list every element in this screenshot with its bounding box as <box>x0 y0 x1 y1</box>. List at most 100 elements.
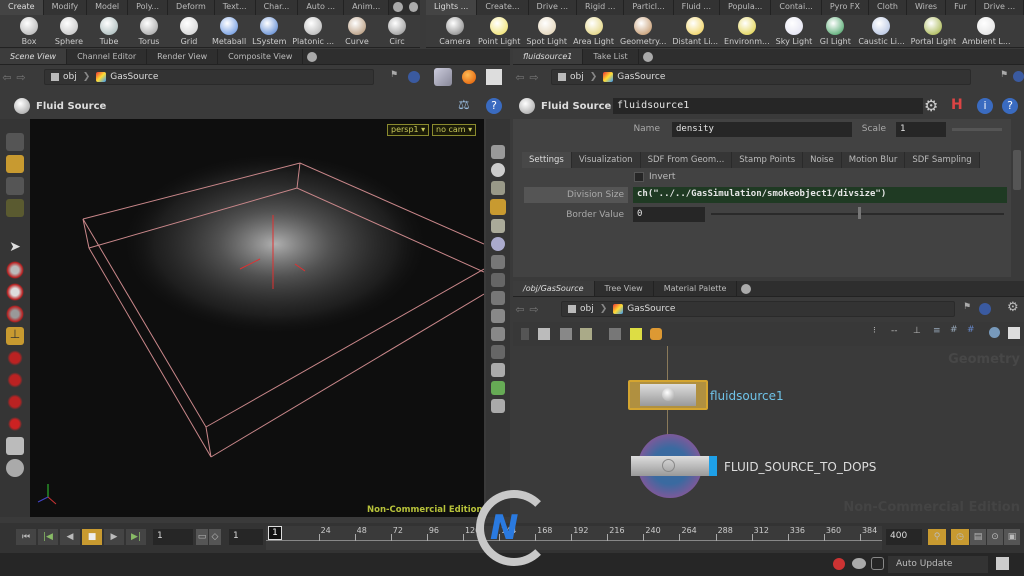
node-fluid-source-to-dops[interactable] <box>631 456 709 476</box>
point-display-icon[interactable] <box>491 255 505 269</box>
division-size-field[interactable]: ch("../../GasSimulation/smokeobject1/div… <box>633 187 1007 203</box>
shelf-menu-icon[interactable] <box>408 2 418 12</box>
hda-icon[interactable]: H <box>951 97 963 113</box>
border-value-slider-knob[interactable] <box>857 207 861 219</box>
snap-icon[interactable] <box>6 415 24 433</box>
grid-display-icon[interactable] <box>491 363 505 377</box>
align-icon[interactable]: ⊥ <box>913 326 921 336</box>
shading-icon[interactable] <box>491 163 505 177</box>
rotate-tool-icon[interactable] <box>6 283 24 301</box>
pane-tab[interactable]: Tree View <box>595 281 654 296</box>
display-flag[interactable] <box>709 456 717 476</box>
select-primitives-icon[interactable] <box>6 199 24 217</box>
shelf-tool[interactable]: Environm... <box>724 17 770 48</box>
pane-tab[interactable]: fluidsource1 <box>513 49 584 64</box>
timeline-scrubber[interactable]: 1 24 48 72 96 120 144 168 192 216 240 264 288 312 336… <box>266 526 882 550</box>
back-arrow-icon[interactable]: ⇦ <box>513 71 527 84</box>
shelf-tool[interactable]: Platonic ... <box>292 17 334 48</box>
invert-checkbox[interactable] <box>634 172 644 182</box>
shelf-tab[interactable]: Pyro FX <box>821 0 870 15</box>
grid-snap-icon[interactable]: # <box>950 325 958 335</box>
name-field[interactable]: density <box>672 122 852 137</box>
param-tab[interactable]: Settings <box>522 152 572 168</box>
wireframe-icon[interactable] <box>491 181 505 195</box>
shelf-tool[interactable]: Geometry... <box>620 17 666 48</box>
scale-slider[interactable] <box>952 128 1002 131</box>
range-link-icon[interactable]: ▭ <box>196 529 208 545</box>
shelf-tool[interactable]: LSystem <box>252 17 286 48</box>
shelf-tool[interactable]: Sky Light <box>776 17 812 48</box>
grid-icon[interactable] <box>580 328 592 340</box>
scale-field[interactable]: 1 <box>896 122 946 137</box>
camera-menu[interactable]: persp1 ▾ <box>387 124 430 136</box>
audio-icon[interactable]: ▤ <box>970 529 986 545</box>
shelf-tab[interactable]: Create... <box>477 0 529 15</box>
move-tool-icon[interactable] <box>6 261 24 279</box>
shelf-tool[interactable]: GI Light <box>818 17 852 48</box>
magnet-grid-icon[interactable] <box>6 349 24 367</box>
shelf-tool[interactable]: Distant Li... <box>672 17 718 48</box>
shelf-tab[interactable]: Drive ... <box>528 0 578 15</box>
shelf-tab[interactable]: Text... <box>214 0 256 15</box>
vertex-icon[interactable] <box>491 345 505 359</box>
help-icon[interactable]: ? <box>1002 98 1018 114</box>
node-fluidsource1[interactable] <box>628 380 708 410</box>
shelf-tab[interactable]: Model <box>87 0 129 15</box>
node-label[interactable]: FLUID_SOURCE_TO_DOPS <box>724 460 876 474</box>
flipbook-icon[interactable] <box>491 327 505 341</box>
param-tab[interactable]: Motion Blur <box>841 152 906 168</box>
tree-icon[interactable] <box>521 328 529 340</box>
layout-horizontal-icon[interactable]: -- <box>891 326 898 336</box>
forward-arrow-icon[interactable]: ⇨ <box>527 303 541 316</box>
param-path-field[interactable]: obj ❯ GasSource <box>551 69 971 85</box>
shelf-tab[interactable]: Create <box>0 0 44 15</box>
scene-path-field[interactable]: obj ❯ GasSource <box>44 69 374 85</box>
pane-tab[interactable]: /obj/GasSource <box>513 281 595 296</box>
magnet-curve-icon[interactable] <box>6 371 24 389</box>
param-tab[interactable]: Noise <box>803 152 842 168</box>
add-tab-icon[interactable] <box>642 52 653 62</box>
shelf-tool[interactable]: Point Light <box>478 17 520 48</box>
sticky-note-icon[interactable] <box>630 328 642 340</box>
current-frame-field[interactable]: 1 <box>153 529 193 545</box>
path-node[interactable]: GasSource <box>617 72 665 82</box>
sync-icon[interactable] <box>871 557 884 570</box>
pin-icon[interactable]: ⚑ <box>390 70 398 80</box>
add-tab-icon[interactable] <box>307 52 318 62</box>
select-edges-icon[interactable] <box>6 177 24 195</box>
step-forward-icon[interactable]: ▶| <box>126 529 146 545</box>
shelf-tab[interactable]: Deform <box>168 0 215 15</box>
ghost-icon[interactable] <box>491 219 505 233</box>
cache-icon[interactable]: ▣ <box>1004 529 1020 545</box>
link-icon[interactable] <box>408 71 420 83</box>
shelf-tab[interactable]: Particl... <box>624 0 674 15</box>
shelf-tab[interactable]: Drive ... <box>975 0 1024 15</box>
pane-tab[interactable]: Channel Editor <box>67 49 148 64</box>
align-lines-icon[interactable]: ≡ <box>933 326 941 336</box>
shelf-tab[interactable]: Poly... <box>128 0 169 15</box>
select-arrow-icon[interactable]: ➤ <box>6 239 24 257</box>
shelf-tab[interactable]: Fur <box>946 0 976 15</box>
cam-menu[interactable]: no cam ▾ <box>432 124 477 136</box>
param-tab[interactable]: SDF Sampling <box>905 152 980 168</box>
realtime-icon[interactable]: ◇ <box>209 529 221 545</box>
shelf-tool[interactable]: Circ <box>380 17 414 48</box>
display-mode-icon[interactable] <box>490 199 506 215</box>
shelf-tab[interactable]: Wires <box>906 0 947 15</box>
pin-icon[interactable]: ⚑ <box>1000 70 1008 80</box>
display-options-icon[interactable] <box>434 68 452 86</box>
shelf-tab[interactable]: Char... <box>255 0 299 15</box>
param-tab[interactable]: SDF From Geom... <box>640 152 733 168</box>
border-value-field[interactable]: 0 <box>633 207 705 222</box>
network-path-field[interactable]: obj ❯ GasSource <box>561 301 955 317</box>
shelf-tool[interactable]: Spot Light <box>526 17 567 48</box>
template-icon[interactable] <box>6 437 24 455</box>
gear-icon[interactable]: ⚙ <box>1007 300 1019 315</box>
path-node[interactable]: GasSource <box>627 304 675 314</box>
pane-tab[interactable]: Material Palette <box>654 281 738 296</box>
preview-icon[interactable] <box>1008 327 1020 339</box>
pin-icon[interactable]: ⚑ <box>963 302 971 312</box>
scene-viewport[interactable]: persp1 ▾ no cam ▾ Non-Commercial Edition <box>30 119 484 517</box>
pane-tab[interactable]: Scene View <box>0 49 68 64</box>
subnet-icon[interactable] <box>650 328 662 340</box>
